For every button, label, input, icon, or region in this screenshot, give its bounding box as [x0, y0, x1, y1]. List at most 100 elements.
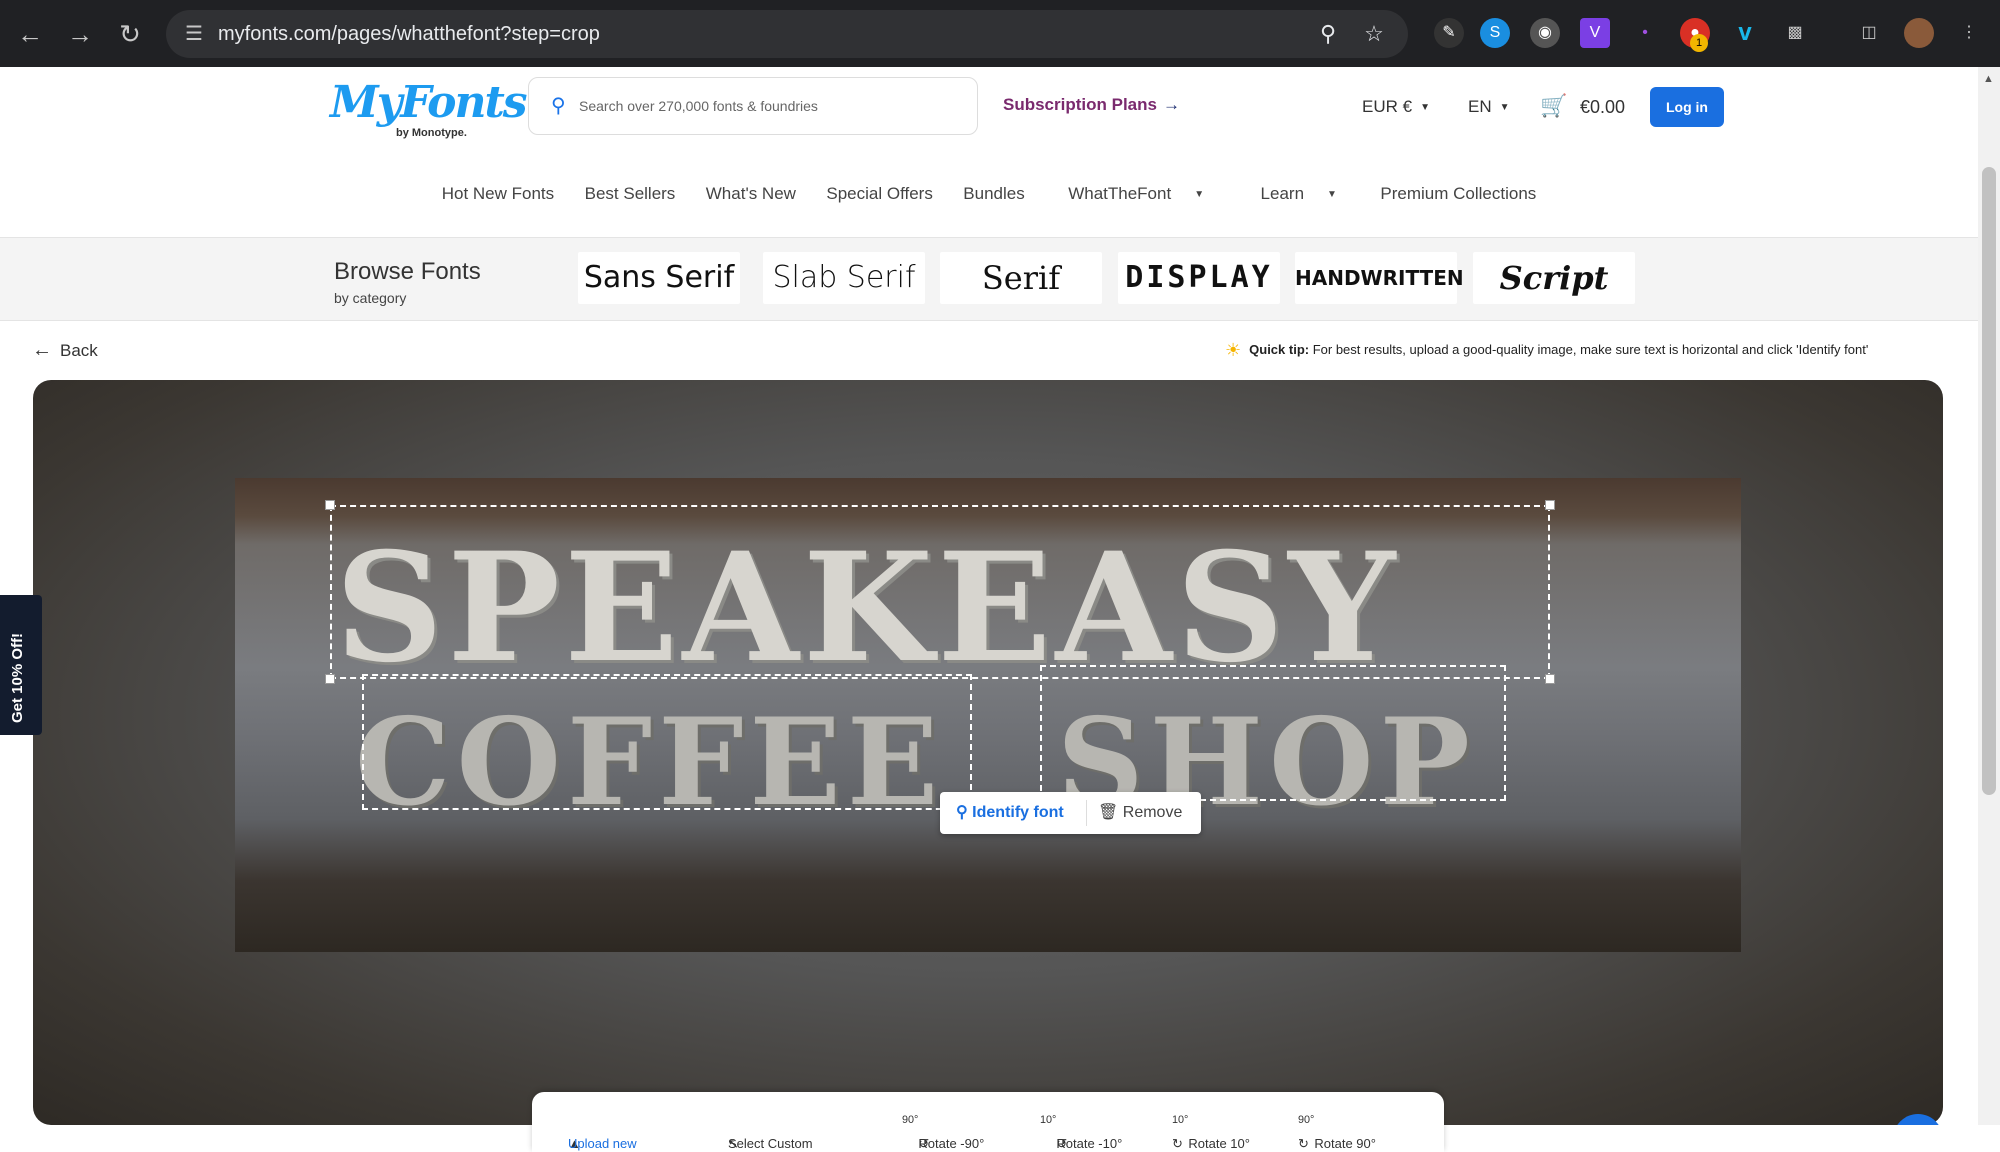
rotate-minus-10-button[interactable]: 10° ↺ Rotate -10° — [1040, 1114, 1122, 1151]
crop-selection-coffee[interactable] — [362, 674, 972, 810]
trash-icon: 🗑 — [1098, 804, 1119, 821]
category-serif[interactable]: Serif — [940, 252, 1102, 304]
cart-icon[interactable]: 🛒 — [1540, 93, 1567, 119]
bookmark-star-icon[interactable]: ☆ — [1360, 20, 1388, 48]
browser-menu-icon[interactable]: ⋮ — [1954, 18, 1984, 48]
language-label: EN — [1468, 97, 1492, 116]
rotate-right-icon: ↻ — [1172, 1136, 1183, 1151]
category-handwritten[interactable]: HANDWRITTEN — [1295, 252, 1464, 304]
select-custom-label: Select Custom — [728, 1136, 813, 1151]
upload-new-label: Upload new — [568, 1136, 637, 1151]
logo-subtitle: by Monotype. — [396, 127, 467, 139]
rotate-plus-10-badge: 10° — [1172, 1114, 1189, 1126]
remove-label: Remove — [1122, 804, 1183, 821]
discount-tab[interactable]: Get 10% Off! — [0, 595, 42, 735]
rotate-plus-90-label: Rotate 90° — [1314, 1136, 1376, 1151]
site-settings-icon[interactable]: ☰ — [182, 22, 206, 46]
page-scrollbar[interactable]: ▲ — [1978, 67, 2000, 1125]
extension-vimeo-icon[interactable]: v — [1730, 18, 1760, 48]
nav-learn-label: Learn — [1260, 184, 1305, 203]
rotate-minus-90-button[interactable]: 90° ↺ Rotate -90° — [902, 1114, 984, 1151]
scroll-up-icon[interactable]: ▲ — [1983, 73, 1994, 85]
browse-fonts-bar: Browse Fonts by category Sans Serif Slab… — [0, 237, 1978, 321]
nav-whatthefont[interactable]: WhatTheFont ▼ — [1055, 179, 1217, 210]
crop-handle-br[interactable] — [1545, 674, 1555, 684]
rotate-plus-10-button[interactable]: ↻ 10° Rotate 10° — [1172, 1114, 1250, 1151]
discount-label: Get 10% Off! — [9, 632, 26, 723]
remove-button[interactable]: 🗑 Remove — [1098, 802, 1182, 822]
chevron-down-icon: ▼ — [1327, 189, 1337, 200]
crop-handle-bl[interactable] — [325, 674, 335, 684]
cart-total[interactable]: €0.00 — [1580, 97, 1625, 118]
extension-shazam-icon[interactable]: S — [1480, 18, 1510, 48]
browser-toolbar: ← → ↻ ☰ myfonts.com/pages/whatthefont?st… — [0, 0, 2000, 67]
page: MyFonts by Monotype. ⚲ Search over 270,0… — [0, 67, 1978, 1125]
scrollbar-thumb[interactable] — [1982, 167, 1996, 795]
search-placeholder[interactable]: Search over 270,000 fonts & foundries — [579, 98, 818, 114]
category-sans-serif[interactable]: Sans Serif — [578, 252, 740, 304]
editor-toolbar: ▲ Upload new ↖ Select Custom 90° ↺ Rotate… — [532, 1092, 1444, 1152]
nav-premium-collections[interactable]: Premium Collections — [1380, 179, 1536, 209]
category-slab-serif[interactable]: Slab Serif — [763, 252, 925, 304]
nav-whats-new[interactable]: What's New — [706, 179, 796, 209]
main-nav: Hot New Fonts Best Sellers What's New Sp… — [0, 179, 1978, 209]
image-editor-canvas[interactable]: SPEAKEASY COFFEE SHOP ⚲ Identify font 🗑 … — [33, 380, 1943, 1125]
rotate-minus-10-badge: 10° — [1040, 1114, 1057, 1126]
extension-badge: 1 — [1690, 34, 1708, 52]
extension-v-icon[interactable]: V — [1580, 18, 1610, 48]
extension-dot-icon[interactable]: • — [1630, 18, 1660, 48]
identify-font-button[interactable]: ⚲ Identify font — [956, 802, 1064, 822]
rotate-right-icon: ↻ — [1298, 1136, 1309, 1151]
nav-bundles[interactable]: Bundles — [963, 179, 1024, 209]
rotate-plus-90-button[interactable]: ↻ 90° Rotate 90° — [1298, 1114, 1376, 1151]
category-script[interactable]: Script — [1473, 252, 1635, 304]
browse-title: Browse Fonts — [334, 258, 481, 285]
rotate-plus-10-label: Rotate 10° — [1188, 1136, 1250, 1151]
back-link[interactable]: ← Back — [32, 339, 98, 362]
rotate-minus-10-label: Rotate -10° — [1056, 1136, 1123, 1151]
extension-camera-icon[interactable]: ◉ — [1530, 18, 1560, 48]
chevron-down-icon: ▼ — [1499, 102, 1510, 113]
nav-whatthefont-label: WhatTheFont — [1068, 184, 1172, 203]
nav-learn[interactable]: Learn ▼ — [1248, 179, 1350, 210]
chevron-down-icon: ▼ — [1194, 189, 1205, 200]
rotate-minus-90-label: Rotate -90° — [918, 1136, 985, 1151]
subscription-plans-link[interactable]: Subscription Plans → — [1003, 95, 1180, 115]
search-box[interactable]: ⚲ Search over 270,000 fonts & foundries — [528, 77, 978, 135]
reload-icon[interactable]: ↻ — [112, 16, 148, 52]
url-text[interactable]: myfonts.com/pages/whatthefont?step=crop — [218, 22, 600, 46]
chevron-down-icon: ▼ — [1420, 102, 1430, 113]
crop-selection-shop[interactable] — [1040, 665, 1506, 801]
extension-pen-icon[interactable]: ✎ — [1434, 18, 1464, 48]
login-button[interactable]: Log in — [1650, 87, 1724, 127]
category-display[interactable]: DISPLAY — [1118, 252, 1280, 304]
back-label: Back — [60, 341, 98, 360]
crop-handle-tl[interactable] — [325, 500, 335, 510]
zoom-icon[interactable]: ⚲ — [1314, 20, 1342, 48]
nav-hot-new-fonts[interactable]: Hot New Fonts — [442, 179, 554, 209]
tip-label: Quick tip: — [1249, 342, 1310, 357]
rotate-plus-90-badge: 90° — [1298, 1114, 1315, 1126]
currency-label: EUR € — [1362, 97, 1413, 116]
side-panel-icon[interactable]: ◫ — [1854, 18, 1884, 48]
language-select[interactable]: EN ▼ — [1468, 97, 1510, 117]
address-bar[interactable]: ☰ myfonts.com/pages/whatthefont?step=cro… — [166, 10, 1408, 58]
arrow-left-icon: ← — [32, 339, 52, 361]
nav-special-offers[interactable]: Special Offers — [826, 179, 932, 209]
divider — [1086, 800, 1087, 826]
extensions-puzzle-icon[interactable]: ▩ — [1780, 18, 1810, 48]
currency-select[interactable]: EUR € ▼ — [1362, 97, 1430, 117]
myfonts-logo[interactable]: MyFonts by Monotype. — [330, 75, 528, 145]
logo-text: MyFonts — [330, 77, 528, 128]
back-arrow-icon[interactable]: ← — [12, 16, 48, 52]
arrow-right-icon: → — [1162, 95, 1180, 114]
lightbulb-icon: ☀ — [1225, 340, 1242, 360]
search-icon: ⚲ — [956, 804, 968, 821]
crop-selection-main[interactable] — [330, 505, 1550, 679]
forward-arrow-icon[interactable]: → — [62, 16, 98, 52]
nav-best-sellers[interactable]: Best Sellers — [585, 179, 676, 209]
crop-handle-tr[interactable] — [1545, 500, 1555, 510]
profile-avatar[interactable] — [1904, 18, 1934, 48]
search-icon: ⚲ — [551, 95, 566, 117]
rotate-minus-90-badge: 90° — [902, 1114, 919, 1126]
